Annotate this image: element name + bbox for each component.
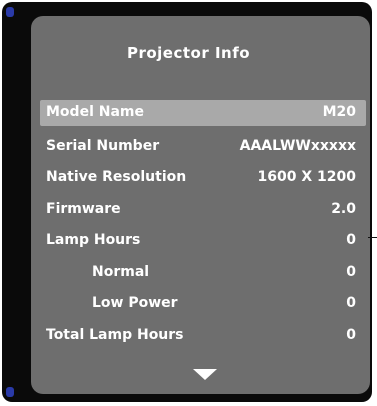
row-label: Native Resolution bbox=[46, 169, 187, 185]
row-value: M20 bbox=[322, 104, 356, 120]
menu-title: Projector Info bbox=[126, 44, 251, 62]
row-value: 0 bbox=[346, 232, 356, 248]
row-value: 1600 X 1200 bbox=[257, 169, 356, 185]
row-lamp-normal[interactable]: Normal 0 bbox=[40, 258, 366, 290]
row-value: 2.0 bbox=[331, 200, 356, 217]
row-firmware[interactable]: Firmware 2.0 bbox=[40, 195, 366, 227]
corner-accent-bottom bbox=[6, 387, 14, 397]
row-total-lamp-hours[interactable]: Total Lamp Hours 0 bbox=[40, 321, 366, 353]
row-native-resolution[interactable]: Native Resolution 1600 X 1200 bbox=[40, 163, 366, 195]
row-label: Low Power bbox=[92, 295, 178, 311]
row-value: AAALWWxxxxx bbox=[239, 137, 356, 154]
callout-line bbox=[368, 237, 377, 238]
row-value: 0 bbox=[346, 295, 356, 311]
info-list: Model Name M20 Serial Number AAALWWxxxxx… bbox=[40, 100, 366, 352]
row-label: Firmware bbox=[46, 200, 121, 217]
row-value: 0 bbox=[346, 326, 356, 343]
row-lamp-low-power[interactable]: Low Power 0 bbox=[40, 289, 366, 321]
row-serial-number[interactable]: Serial Number AAALWWxxxxx bbox=[40, 132, 366, 164]
row-value: 0 bbox=[346, 263, 356, 280]
row-label: Model Name bbox=[46, 104, 144, 120]
row-label: Serial Number bbox=[46, 137, 160, 154]
down-triangle-icon[interactable] bbox=[193, 369, 217, 380]
row-label: Normal bbox=[92, 263, 150, 280]
row-label: Lamp Hours bbox=[46, 232, 141, 248]
row-label: Total Lamp Hours bbox=[46, 326, 184, 343]
row-model-name[interactable]: Model Name M20 bbox=[40, 100, 366, 126]
corner-accent-top bbox=[6, 7, 14, 17]
row-lamp-hours[interactable]: Lamp Hours 0 bbox=[40, 226, 366, 258]
